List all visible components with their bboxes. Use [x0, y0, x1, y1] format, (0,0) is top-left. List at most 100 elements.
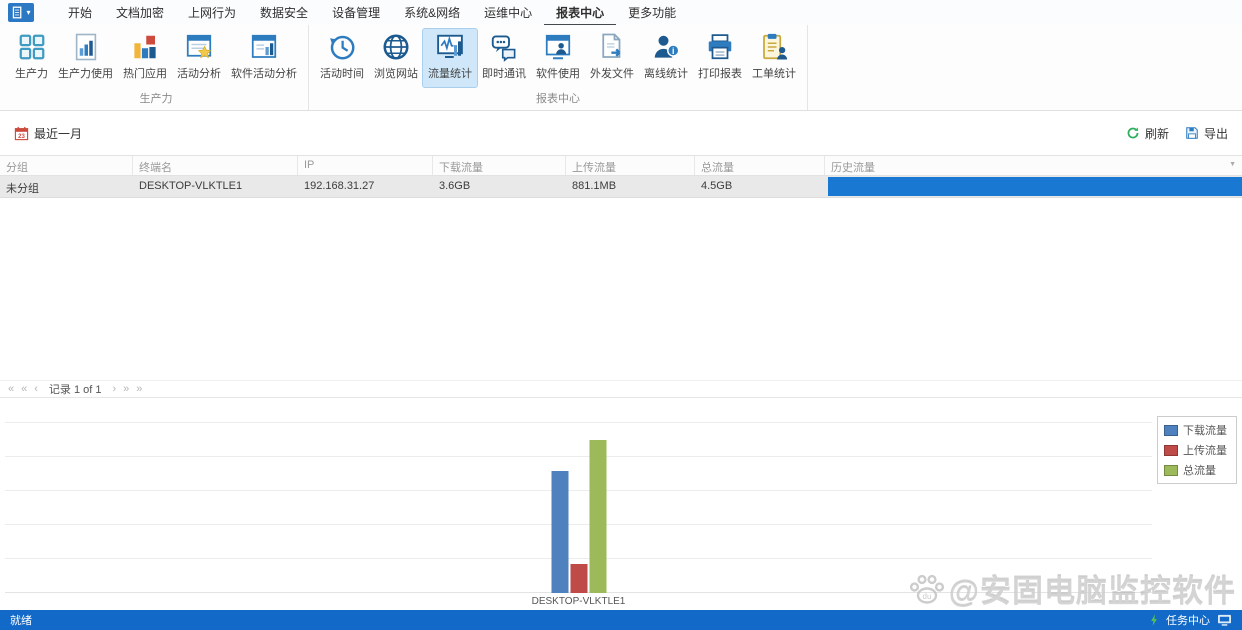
ribbon-group-label: 报表中心: [315, 87, 801, 110]
chat-bubbles-icon: [489, 32, 519, 62]
ribbon-button-label: 生产力: [15, 65, 48, 81]
ribbon-outgoing-files-button[interactable]: 外发文件: [585, 29, 639, 87]
tab-web-behavior[interactable]: 上网行为: [176, 0, 248, 26]
ribbon-traffic-stats-button[interactable]: 流量统计: [423, 29, 477, 87]
ribbon-group-label: 生产力: [10, 87, 302, 110]
ribbon-ticket-stats-button[interactable]: 工单统计: [747, 29, 801, 87]
column-header-ip[interactable]: IP: [298, 156, 433, 175]
tab-system-network[interactable]: 系统&网络: [392, 0, 472, 26]
ribbon-button-label: 热门应用: [123, 65, 167, 81]
ribbon-group-report-center: 活动时间 浏览网站 流量统计 即时通讯 软件使用 外发文件: [309, 25, 808, 110]
ribbon-browse-websites-button[interactable]: 浏览网站: [369, 29, 423, 87]
ribbon-button-label: 活动时间: [320, 65, 364, 81]
column-header-history[interactable]: 历史流量▼: [825, 156, 1242, 175]
ribbon-hot-apps-button[interactable]: 热门应用: [118, 29, 172, 87]
pager-next-page-icon[interactable]: »: [123, 384, 129, 395]
column-header-download[interactable]: 下载流量: [433, 156, 566, 175]
colored-bars-icon: [130, 32, 160, 62]
ribbon-software-usage-button[interactable]: 软件使用: [531, 29, 585, 87]
ribbon-print-report-button[interactable]: 打印报表: [693, 29, 747, 87]
printer-icon: [705, 32, 735, 62]
legend-item: 总流量: [1164, 462, 1230, 478]
statusbar: 就绪 任务中心: [0, 610, 1242, 630]
legend-swatch: [1164, 425, 1178, 436]
filter-toolbar: 23 最近一月 刷新 导出: [0, 111, 1242, 155]
cell-upload: 881.1MB: [566, 176, 695, 197]
globe-icon: [381, 32, 411, 62]
document-chart-icon: [71, 32, 101, 62]
cell-terminal: DESKTOP-VLKTLE1: [133, 176, 298, 197]
column-header-total[interactable]: 总流量: [695, 156, 825, 175]
traffic-table: 分组 终端名 IP 下载流量 上传流量 总流量 历史流量▼ 未分组 DESKTO…: [0, 155, 1242, 198]
tab-start[interactable]: 开始: [56, 0, 104, 26]
export-label: 导出: [1204, 125, 1228, 142]
ribbon-button-label: 活动分析: [177, 65, 221, 81]
ribbon-activity-time-button[interactable]: 活动时间: [315, 29, 369, 87]
ribbon-software-activity-analysis-button[interactable]: 软件活动分析: [226, 29, 302, 87]
ribbon-button-label: 打印报表: [698, 65, 742, 81]
tab-report-center[interactable]: 报表中心: [544, 0, 616, 26]
svg-text:i: i: [672, 46, 674, 56]
chart-gridline: [5, 422, 1152, 423]
pager-next-icon[interactable]: ›: [113, 384, 117, 395]
filter-dropdown-icon[interactable]: ▼: [1229, 161, 1236, 168]
menu-tabs: 开始 文档加密 上网行为 数据安全 设备管理 系统&网络 运维中心 报表中心 更…: [56, 0, 688, 26]
traffic-monitor-icon: [435, 32, 465, 62]
person-info-icon: i: [651, 32, 681, 62]
ribbon-productivity-usage-button[interactable]: 生产力使用: [53, 29, 118, 87]
pager-prev-icon[interactable]: ‹: [34, 384, 38, 395]
app-icon: [11, 6, 24, 19]
ribbon-button-label: 软件活动分析: [231, 65, 297, 81]
pager-last-icon[interactable]: »: [136, 384, 142, 395]
x-axis-category-label: DESKTOP-VLKTLE1: [532, 596, 626, 607]
ribbon-instant-messaging-button[interactable]: 即时通讯: [477, 29, 531, 87]
svg-text:23: 23: [18, 132, 25, 139]
tab-more-features[interactable]: 更多功能: [616, 0, 688, 26]
task-center-label: 任务中心: [1166, 612, 1210, 628]
history-usage-bar: [828, 177, 1242, 196]
window-chart-icon: [249, 32, 279, 62]
legend-item: 上传流量: [1164, 442, 1230, 458]
ribbon-productivity-button[interactable]: 生产力: [10, 29, 53, 87]
legend-item: 下载流量: [1164, 422, 1230, 438]
export-icon: [1185, 126, 1199, 140]
table-row[interactable]: 未分组 DESKTOP-VLKTLE1 192.168.31.27 3.6GB …: [0, 176, 1242, 198]
monitor-icon[interactable]: [1217, 614, 1232, 627]
pager-first-icon[interactable]: «: [8, 384, 14, 395]
legend-label: 下载流量: [1183, 422, 1227, 438]
task-center-button[interactable]: 任务中心: [1149, 612, 1232, 628]
refresh-icon: [1126, 126, 1140, 140]
tab-doc-encryption[interactable]: 文档加密: [104, 0, 176, 26]
pager: « « ‹ 记录 1 of 1 › » »: [0, 380, 1242, 398]
bar-上传流量: [570, 564, 587, 593]
pager-record-text: 记录 1 of 1: [49, 381, 102, 397]
cell-history: [825, 176, 1242, 197]
tab-ops-center[interactable]: 运维中心: [472, 0, 544, 26]
cell-download: 3.6GB: [433, 176, 566, 197]
ribbon-button-label: 工单统计: [752, 65, 796, 81]
cell-group: 未分组: [0, 176, 133, 197]
date-range-filter[interactable]: 23 最近一月: [14, 125, 82, 142]
column-header-group[interactable]: 分组: [0, 156, 133, 175]
lightning-icon: [1149, 613, 1159, 627]
ribbon-button-label: 浏览网站: [374, 65, 418, 81]
ribbon: 生产力 生产力使用 热门应用 活动分析 软件活动分析 生产力: [0, 25, 1242, 111]
refresh-button[interactable]: 刷新: [1126, 125, 1169, 142]
app-menu-button[interactable]: ▾: [8, 3, 34, 22]
bar-总流量: [589, 440, 606, 593]
ribbon-activity-analysis-button[interactable]: 活动分析: [172, 29, 226, 87]
export-button[interactable]: 导出: [1185, 125, 1228, 142]
pager-prev-page-icon[interactable]: «: [21, 384, 27, 395]
chevron-down-icon: ▾: [26, 9, 30, 17]
bar-group: [550, 440, 607, 593]
ribbon-group-productivity: 生产力 生产力使用 热门应用 活动分析 软件活动分析 生产力: [4, 25, 309, 110]
column-header-upload[interactable]: 上传流量: [566, 156, 695, 175]
date-range-label: 最近一月: [34, 125, 82, 142]
ribbon-offline-stats-button[interactable]: i 离线统计: [639, 29, 693, 87]
menubar: ▾ 开始 文档加密 上网行为 数据安全 设备管理 系统&网络 运维中心 报表中心…: [0, 0, 1242, 25]
chart-plot: DESKTOP-VLKTLE1: [5, 398, 1152, 593]
tab-device-management[interactable]: 设备管理: [320, 0, 392, 26]
tab-data-security[interactable]: 数据安全: [248, 0, 320, 26]
grid-icon: [17, 32, 47, 62]
column-header-terminal[interactable]: 终端名: [133, 156, 298, 175]
